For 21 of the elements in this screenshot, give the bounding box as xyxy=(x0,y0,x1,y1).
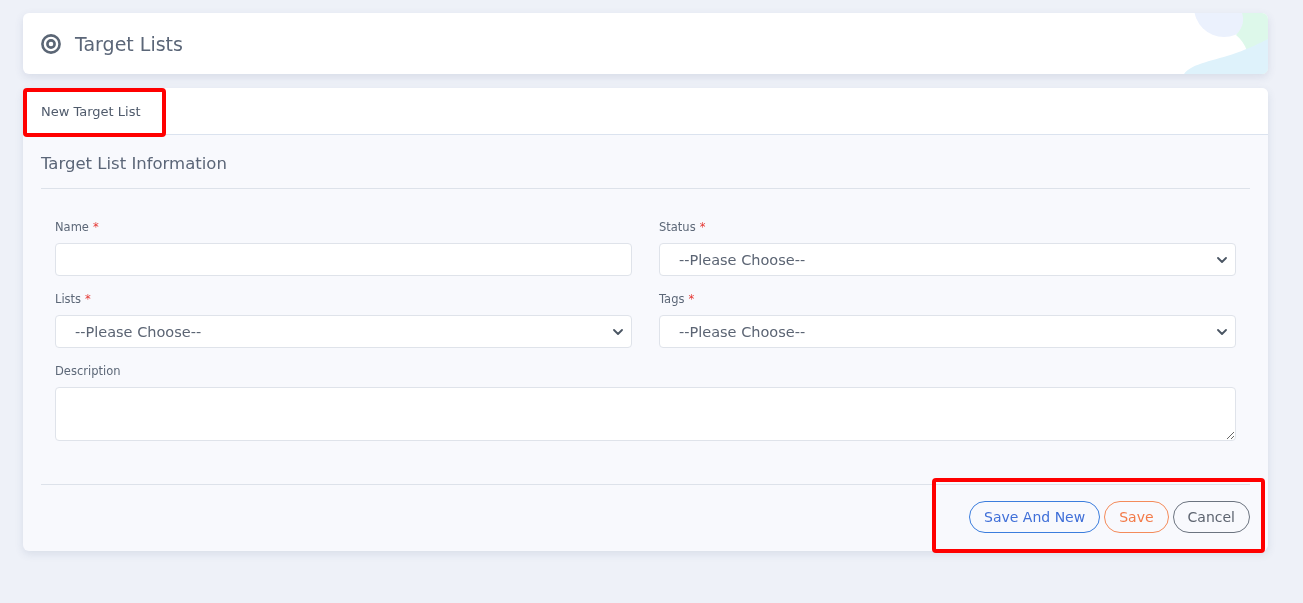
field-label: Name xyxy=(55,219,89,235)
page-title: Target Lists xyxy=(75,32,183,55)
section-title: Target List Information xyxy=(41,153,228,175)
field-label: Description xyxy=(55,363,121,379)
target-icon xyxy=(41,33,61,54)
chevron-icon xyxy=(1217,328,1227,335)
chevron-icon xyxy=(613,328,623,335)
chevron-icon xyxy=(1217,256,1227,263)
required-asterisk: * xyxy=(92,219,99,235)
required-asterisk: * xyxy=(85,291,91,307)
select-field[interactable]: --Please Choose-- xyxy=(659,315,1236,348)
select-field[interactable]: --Please Choose-- xyxy=(55,315,632,348)
field-label: Status xyxy=(659,219,696,235)
required-asterisk: * xyxy=(699,219,706,235)
field-label: Lists xyxy=(55,291,82,307)
field-label: Tags xyxy=(659,291,685,307)
tab[interactable]: New Target List xyxy=(23,88,159,134)
required-asterisk: * xyxy=(688,291,695,307)
textarea-field[interactable] xyxy=(55,387,1236,441)
text-input[interactable] xyxy=(55,243,632,276)
select-field[interactable]: --Please Choose-- xyxy=(659,243,1236,276)
